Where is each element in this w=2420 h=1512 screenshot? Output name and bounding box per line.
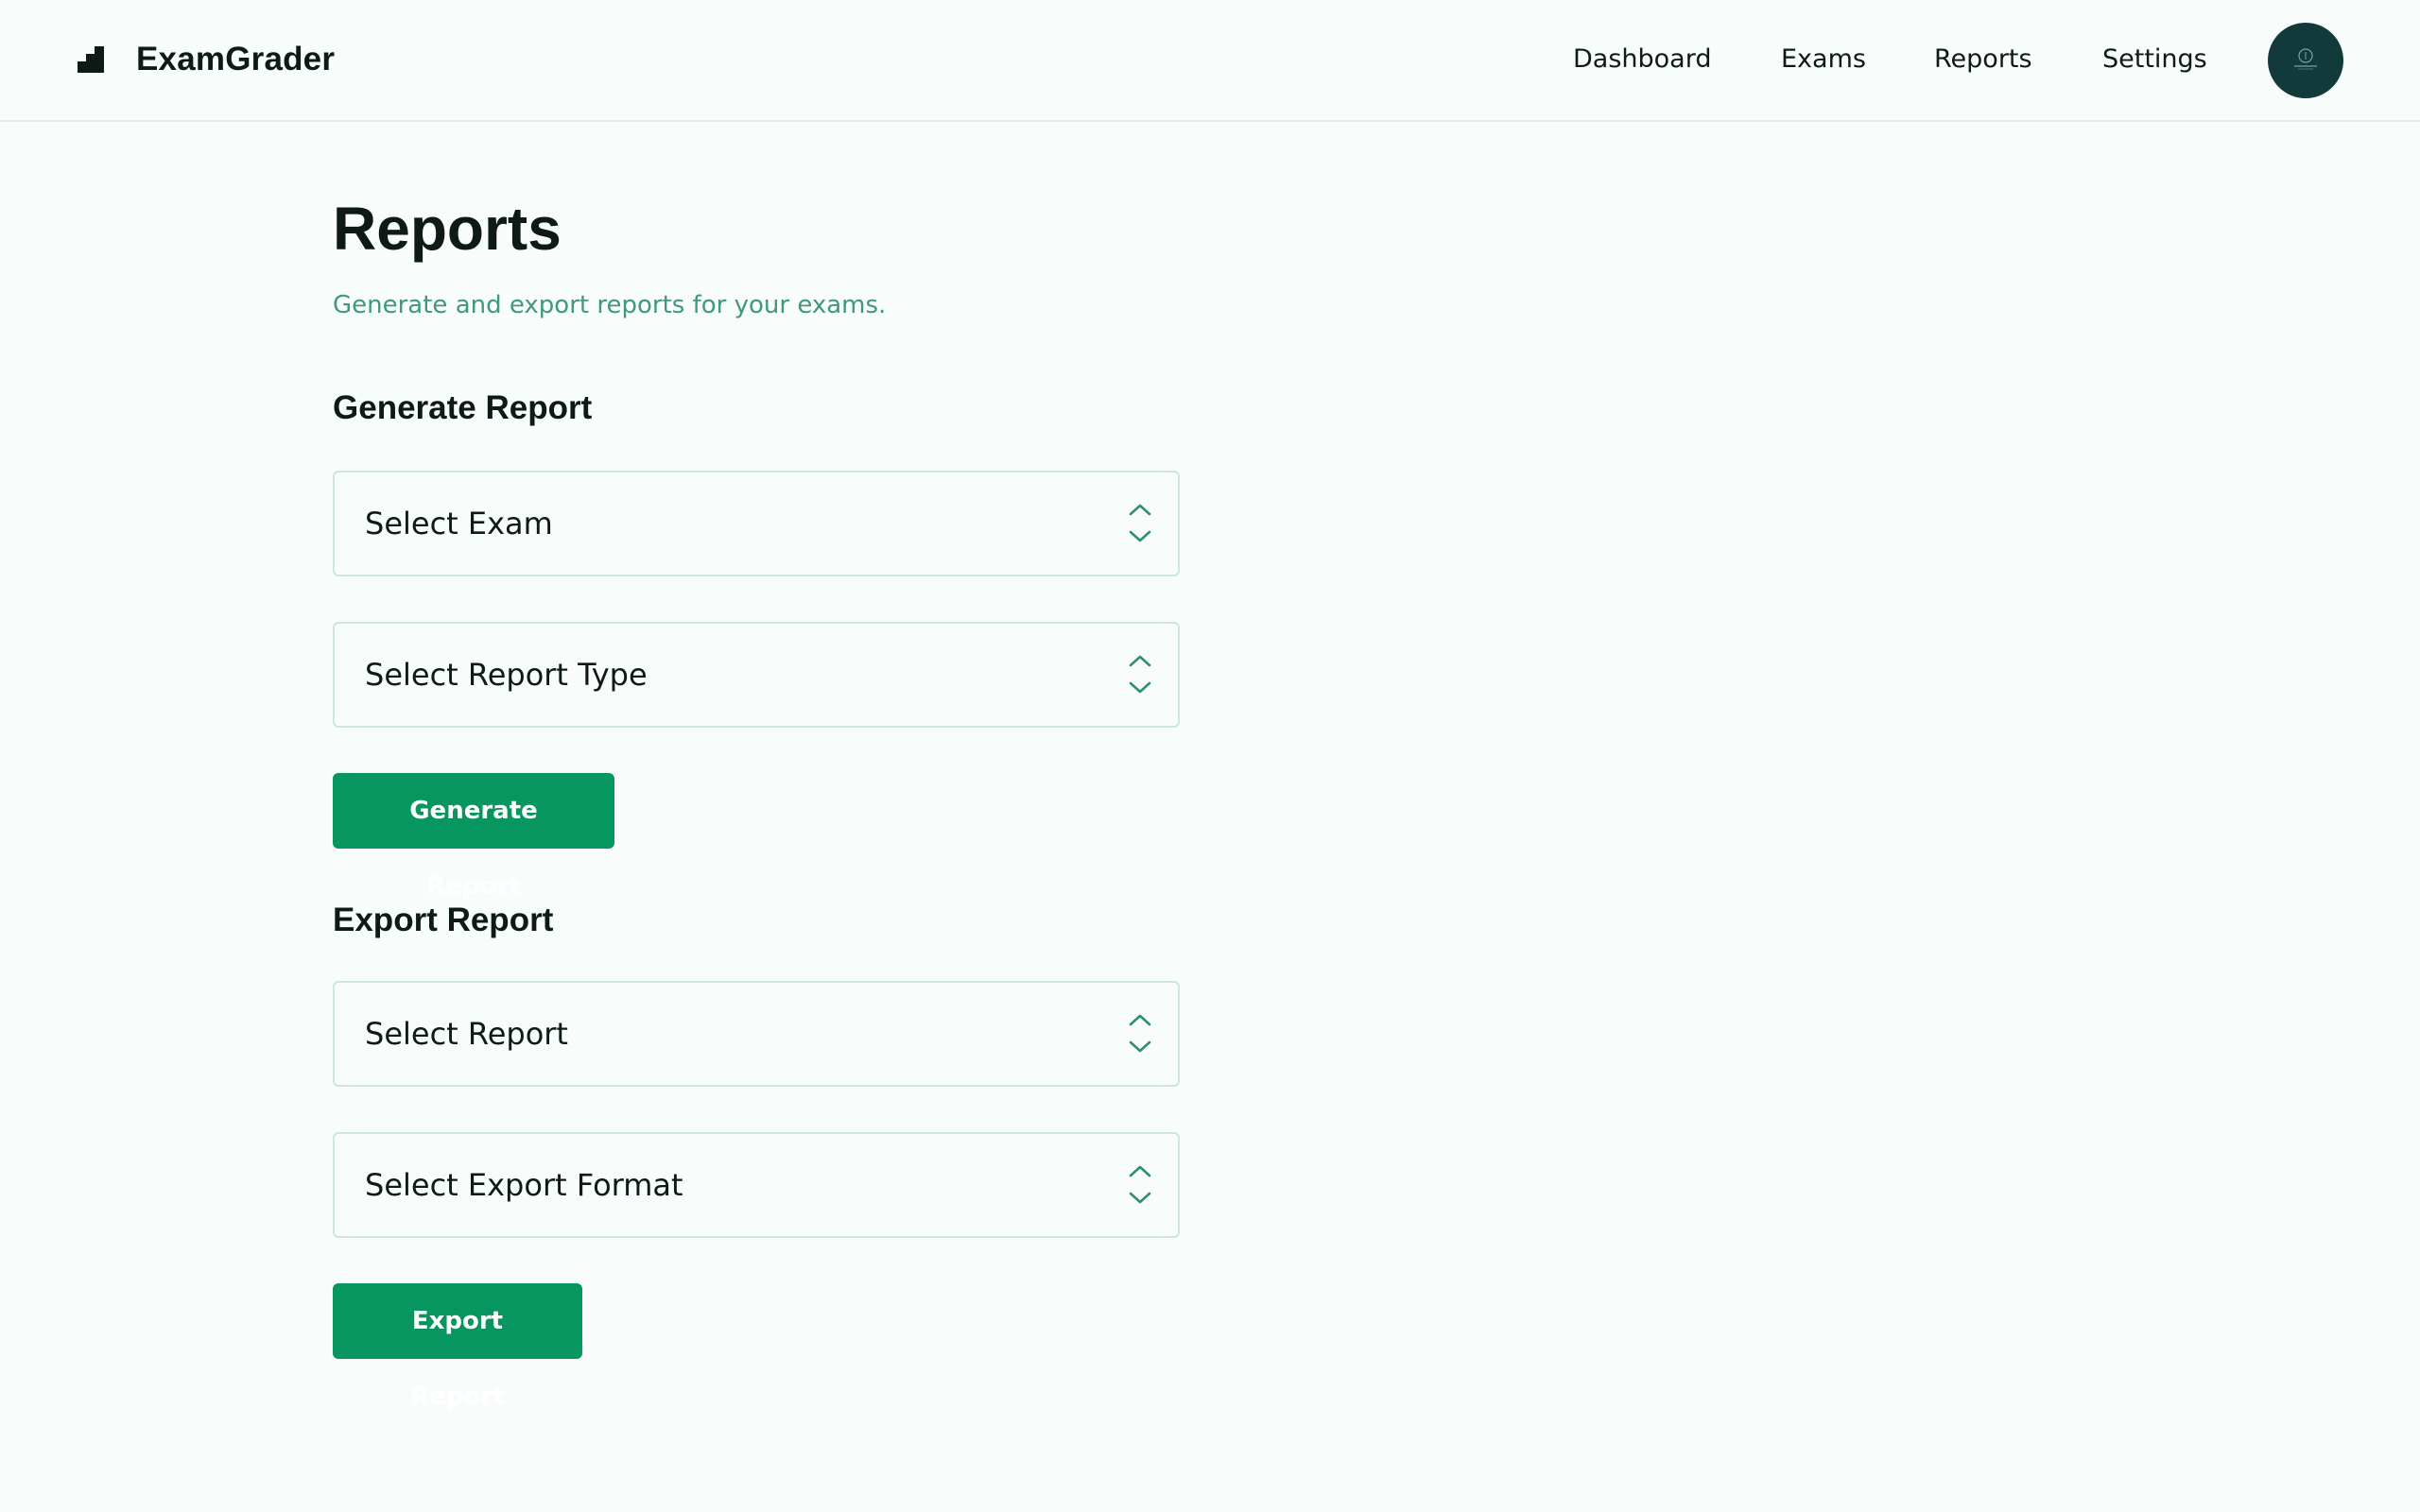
generate-report-heading: Generate Report bbox=[333, 389, 593, 426]
nav-dashboard[interactable]: Dashboard bbox=[1573, 38, 1711, 81]
brand-name: ExamGrader bbox=[136, 41, 336, 77]
user-avatar[interactable] bbox=[2268, 23, 2343, 98]
logo-steps-icon bbox=[78, 46, 104, 73]
chevron-up-down-icon bbox=[1129, 1014, 1151, 1053]
chevron-up-down-icon bbox=[1129, 504, 1151, 542]
select-exam-label: Select Exam bbox=[365, 506, 553, 541]
top-navigation-bar: ExamGrader Dashboard Exams Reports Setti… bbox=[0, 0, 2420, 122]
chevron-up-down-icon bbox=[1129, 655, 1151, 694]
select-export-format-label: Select Export Format bbox=[365, 1167, 683, 1203]
brand[interactable]: ExamGrader bbox=[78, 36, 335, 83]
generate-report-button[interactable]: Generate Report bbox=[333, 773, 614, 901]
page-subtitle: Generate and export reports for your exa… bbox=[333, 291, 887, 319]
nav-settings[interactable]: Settings bbox=[2102, 38, 2207, 81]
select-report-label: Select Report bbox=[365, 1016, 568, 1052]
select-report-type-label: Select Report Type bbox=[365, 657, 648, 693]
page-title: Reports bbox=[333, 195, 562, 263]
chevron-up-down-icon bbox=[1129, 1165, 1151, 1204]
export-report-button[interactable]: Export Report bbox=[333, 1283, 582, 1411]
export-report-heading: Export Report bbox=[333, 902, 554, 938]
nav-reports[interactable]: Reports bbox=[1934, 38, 2032, 81]
avatar-emblem-icon bbox=[2294, 48, 2317, 70]
select-report-dropdown[interactable]: Select Report bbox=[333, 981, 1180, 1087]
select-exam-dropdown[interactable]: Select Exam bbox=[333, 471, 1180, 576]
select-export-format-dropdown[interactable]: Select Export Format bbox=[333, 1132, 1180, 1238]
nav-exams[interactable]: Exams bbox=[1781, 38, 1866, 81]
select-report-type-dropdown[interactable]: Select Report Type bbox=[333, 622, 1180, 728]
